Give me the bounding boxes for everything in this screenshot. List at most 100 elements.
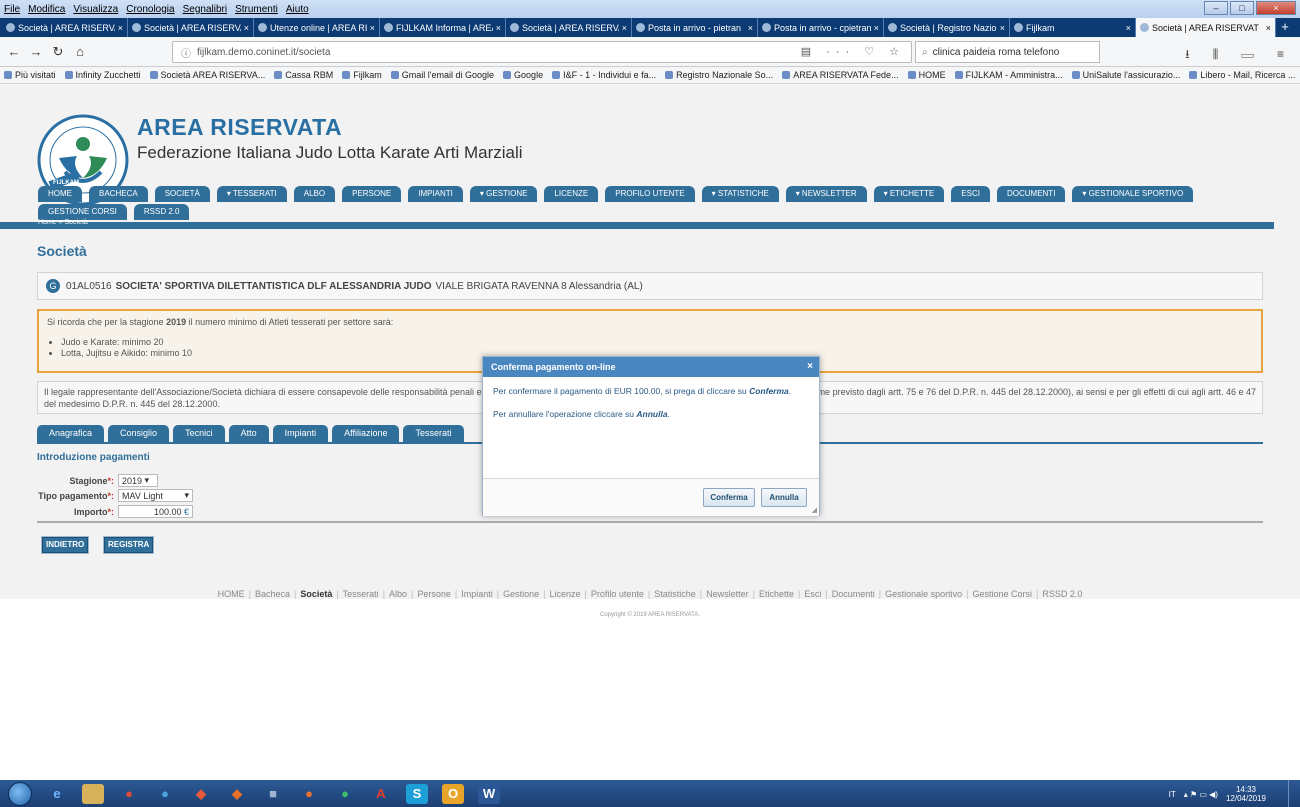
- nav-item[interactable]: IMPIANTI: [408, 186, 463, 202]
- tab-tesserati[interactable]: Tesserati: [403, 425, 464, 442]
- nav-item[interactable]: ESCI: [951, 186, 990, 202]
- footer-link[interactable]: Statistiche: [650, 589, 700, 599]
- footer-link[interactable]: Impianti: [457, 589, 497, 599]
- menu-item[interactable]: Cronologia: [126, 4, 174, 15]
- browser-tab[interactable]: FIJLKAM Informa | AREA ×: [380, 18, 506, 37]
- tab-tecnici[interactable]: Tecnici: [173, 425, 225, 442]
- bookmark-item[interactable]: UniSalute l'assicurazio...: [1071, 70, 1180, 80]
- bookmark-item[interactable]: Google: [503, 70, 543, 80]
- bookmark-item[interactable]: Società AREA RISERVA...: [149, 70, 265, 80]
- browser-tab[interactable]: Società | Registro Nazio ×: [884, 18, 1010, 37]
- confirm-button[interactable]: Conferma: [703, 488, 755, 507]
- acrobat-icon[interactable]: A: [370, 784, 392, 804]
- nav-item[interactable]: SOCIETÀ: [154, 186, 210, 202]
- society-icon[interactable]: G: [46, 279, 60, 293]
- footer-link[interactable]: Newsletter: [702, 589, 753, 599]
- bookmark-item[interactable]: HOME: [907, 70, 946, 80]
- app-icon[interactable]: ●: [154, 784, 176, 804]
- clock[interactable]: 14:33 12/04/2019: [1226, 785, 1266, 803]
- bookmark-item[interactable]: Libero - Mail, Ricerca ...: [1189, 70, 1295, 80]
- footer-link[interactable]: Società: [296, 589, 336, 599]
- app-icon[interactable]: ◆: [226, 784, 248, 804]
- nav-item[interactable]: ▾ NEWSLETTER: [785, 186, 867, 202]
- app-icon[interactable]: ◆: [190, 784, 212, 804]
- tab-atto[interactable]: Atto: [228, 425, 269, 442]
- footer-link[interactable]: RSSD 2.0: [1038, 589, 1086, 599]
- footer-link[interactable]: Tesserati: [339, 589, 383, 599]
- close-tab-icon[interactable]: ×: [874, 23, 879, 33]
- close-tab-icon[interactable]: ×: [622, 23, 627, 33]
- ie-icon[interactable]: e: [46, 784, 68, 804]
- bookmark-item[interactable]: Gmail l'email di Google: [390, 70, 494, 80]
- importo-input[interactable]: 100.00 €: [118, 505, 193, 518]
- nav-item[interactable]: ▾ GESTIONE: [469, 186, 538, 202]
- nav-item[interactable]: RSSD 2.0: [133, 204, 190, 220]
- bookmark-item[interactable]: Registro Nazionale So...: [665, 70, 773, 80]
- footer-link[interactable]: Documenti: [828, 589, 879, 599]
- footer-link[interactable]: Gestione Corsi: [969, 589, 1037, 599]
- footer-link[interactable]: Esci: [800, 589, 825, 599]
- start-button[interactable]: [8, 781, 32, 806]
- forward-icon[interactable]: →: [28, 44, 44, 60]
- nav-item[interactable]: ▾ ETICHETTE: [873, 186, 945, 202]
- outlook-icon[interactable]: O: [442, 783, 464, 804]
- close-tab-icon[interactable]: ×: [118, 23, 123, 33]
- home-icon[interactable]: ⌂: [72, 44, 88, 60]
- close-tab-icon[interactable]: ×: [1126, 23, 1131, 33]
- search-input[interactable]: ⌕ clinica paideia roma telefono: [915, 41, 1100, 63]
- menu-item[interactable]: Segnalibri: [183, 4, 227, 15]
- menu-item[interactable]: Aiuto: [286, 4, 309, 15]
- reload-icon[interactable]: ↻: [50, 44, 66, 60]
- browser-tab[interactable]: Posta in arrivo - cpietran ×: [758, 18, 884, 37]
- new-tab-button[interactable]: +: [1276, 18, 1294, 37]
- cancel-button[interactable]: Annulla: [761, 488, 807, 507]
- bookmark-item[interactable]: AREA RISERVATA Fede...: [782, 70, 899, 80]
- browser-tab[interactable]: Società | AREA RISERVAT ×: [2, 18, 128, 37]
- back-button[interactable]: INDIETRO: [40, 536, 90, 554]
- footer-link[interactable]: Gestionale sportivo: [881, 589, 966, 599]
- nav-item[interactable]: GESTIONE CORSI: [38, 204, 127, 220]
- footer-link[interactable]: Bacheca: [251, 589, 294, 599]
- tab-consiglio[interactable]: Consiglio: [108, 425, 170, 442]
- footer-link[interactable]: HOME: [214, 589, 249, 599]
- nav-item[interactable]: PROFILO UTENTE: [605, 186, 695, 202]
- tipo-pagamento-select[interactable]: MAV Light ▾: [118, 489, 193, 502]
- footer-link[interactable]: Etichette: [755, 589, 798, 599]
- bookmark-item[interactable]: Cassa RBM: [274, 70, 333, 80]
- media-icon[interactable]: ●: [118, 784, 140, 804]
- bookmark-item[interactable]: Infinity Zucchetti: [64, 70, 141, 80]
- dialog-titlebar[interactable]: Conferma pagamento on-line ×: [483, 357, 819, 377]
- show-desktop-button[interactable]: [1288, 780, 1300, 807]
- close-tab-icon[interactable]: ×: [496, 23, 501, 33]
- nav-item[interactable]: ▾ STATISTICHE: [701, 186, 779, 202]
- browser-tab[interactable]: Utenze online | AREA RI ×: [254, 18, 380, 37]
- nav-item[interactable]: ▾ TESSERATI: [216, 186, 287, 202]
- save-button[interactable]: REGISTRA: [102, 536, 155, 554]
- close-tab-icon[interactable]: ×: [1000, 23, 1005, 33]
- close-tab-icon[interactable]: ×: [370, 23, 375, 33]
- close-window-button[interactable]: ×: [1256, 1, 1296, 15]
- language-indicator[interactable]: IT: [1169, 790, 1176, 799]
- close-tab-icon[interactable]: ×: [748, 23, 753, 33]
- firefox-icon[interactable]: ●: [298, 784, 320, 804]
- url-bar[interactable]: ⓘ fijlkam.demo.coninet.it/societa ▤ ··· …: [172, 41, 912, 63]
- menu-item[interactable]: Strumenti: [235, 4, 278, 15]
- footer-link[interactable]: Albo: [385, 589, 411, 599]
- close-icon[interactable]: ×: [807, 357, 813, 377]
- nav-item[interactable]: HOME: [38, 186, 82, 202]
- close-tab-icon[interactable]: ×: [1266, 23, 1271, 33]
- menu-item[interactable]: Modifica: [28, 4, 65, 15]
- tab-impianti[interactable]: Impianti: [272, 425, 329, 442]
- browser-tab[interactable]: Fijlkam ×: [1010, 18, 1136, 37]
- bookmark-item[interactable]: I&F - 1 - Individui e fa...: [552, 70, 656, 80]
- nav-item[interactable]: LICENZE: [544, 186, 599, 202]
- maximize-button[interactable]: □: [1230, 1, 1254, 15]
- bookmark-item[interactable]: Fijlkam: [342, 70, 382, 80]
- tab-anagrafica[interactable]: Anagrafica: [37, 425, 105, 442]
- nav-item[interactable]: ▾ GESTIONALE SPORTIVO: [1072, 186, 1194, 202]
- app-icon[interactable]: ■: [262, 784, 284, 804]
- resize-grip-icon[interactable]: ◢: [812, 506, 817, 514]
- stagione-select[interactable]: 2019 ▾: [118, 474, 158, 487]
- word-icon[interactable]: W: [478, 783, 500, 804]
- minimize-button[interactable]: –: [1204, 1, 1228, 15]
